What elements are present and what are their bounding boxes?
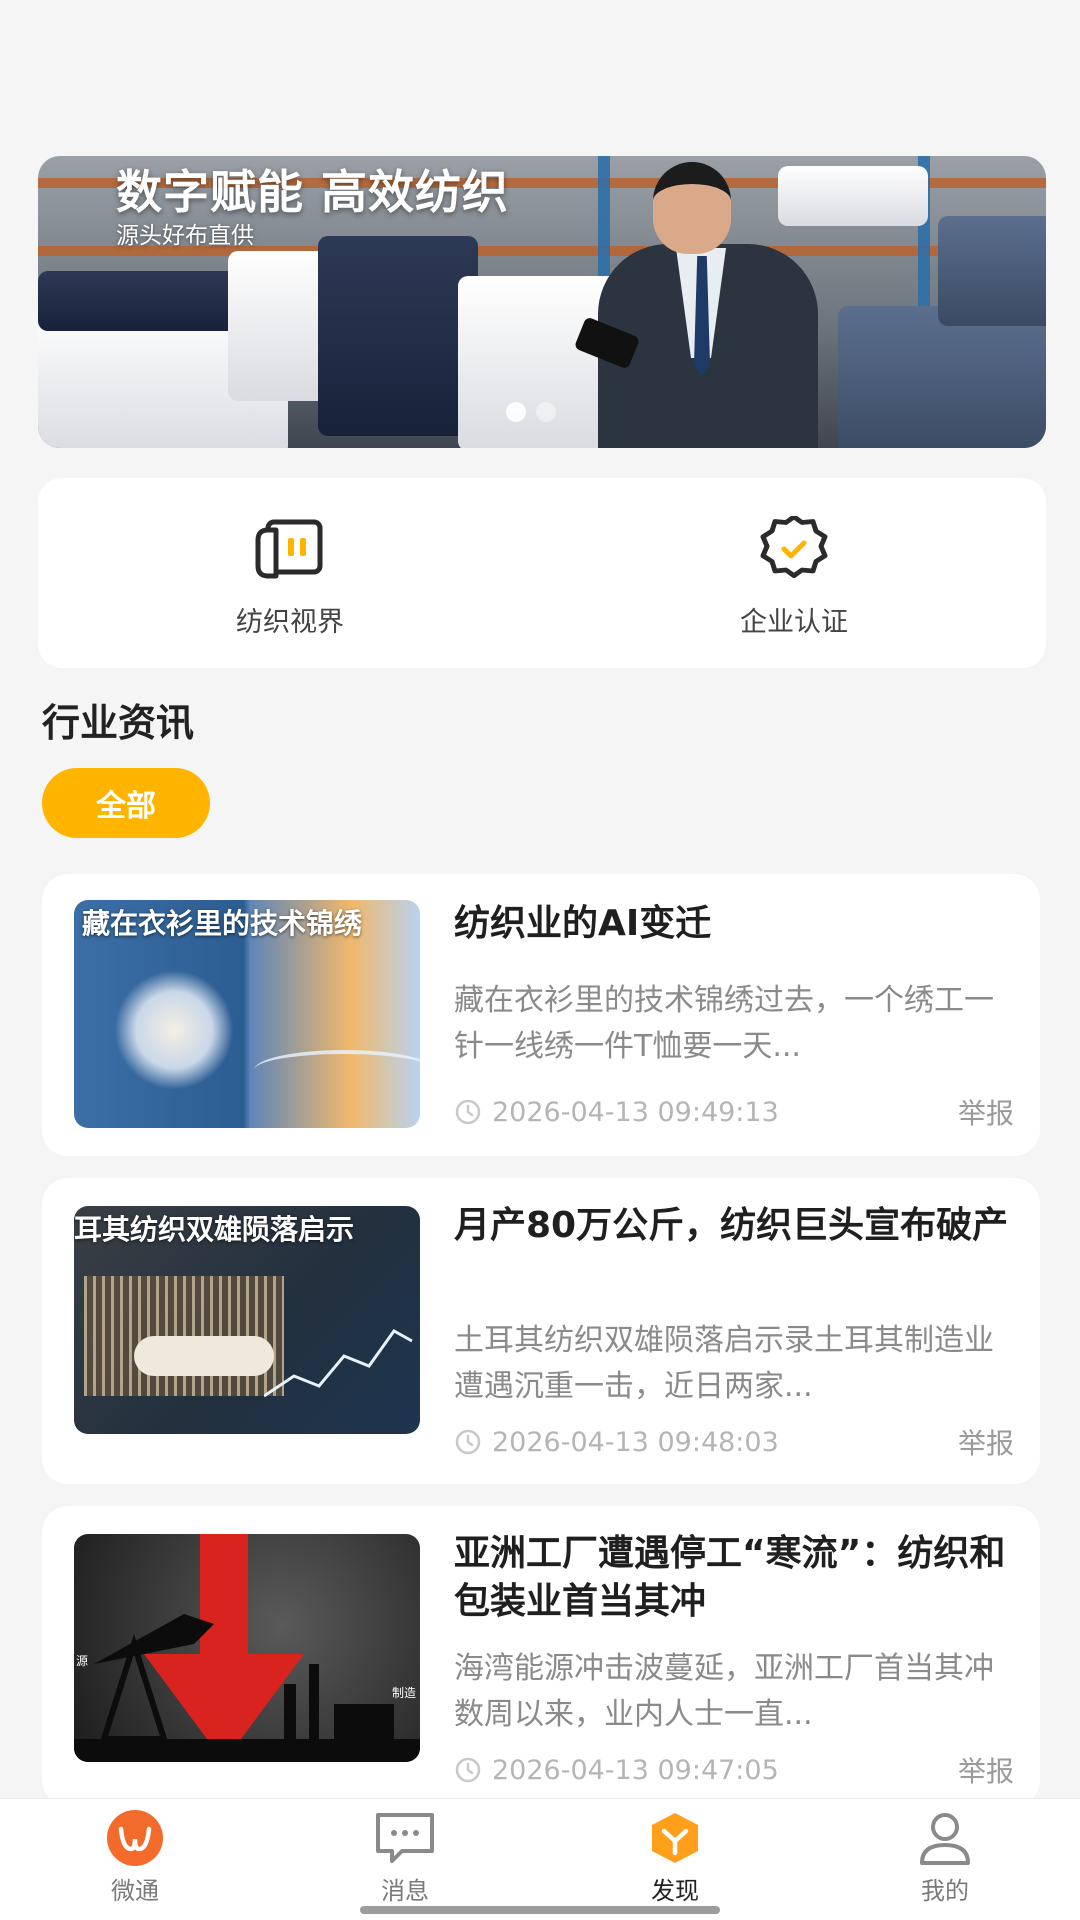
news-card[interactable]: 藏在衣衫里的技术锦绣 纺织业的AI变迁 藏在衣衫里的技术锦绣过去，一个绣工一针一… <box>42 874 1040 1156</box>
clock-icon <box>455 1099 481 1125</box>
verified-badge-icon <box>760 516 828 579</box>
thumbnail-text-right: 制造 <box>392 1686 417 1700</box>
news-time: 2026-04-13 09:47:05 <box>492 1754 779 1786</box>
news-title: 亚洲工厂遭遇停工“寒流”：纺织和包装业首当其冲 <box>454 1533 1006 1622</box>
section-title: 行业资讯 <box>42 701 195 745</box>
news-title: 月产80万公斤，纺织巨头宣布破产 <box>454 1205 1009 1246</box>
fabric-stack <box>938 216 1046 326</box>
red-down-arrow-icon <box>74 1534 420 1762</box>
clock-icon <box>455 1757 481 1783</box>
report-link[interactable]: 举报 <box>958 1750 1014 1790</box>
news-time: 2026-04-13 09:48:03 <box>492 1426 779 1458</box>
news-summary: 土耳其纺织双雄陨落启示录土耳其制造业遭遇沉重一击，近日两家... <box>454 1323 994 1404</box>
fabric-stack <box>318 236 478 436</box>
carousel-dot[interactable] <box>536 402 556 422</box>
thumbnail-caption: 耳其纺织双雄陨落启示 <box>74 1213 355 1246</box>
quick-entry-label: 企业认证 <box>740 607 848 638</box>
tab-discover[interactable]: 发现 <box>540 1799 810 1920</box>
textile-view-icon <box>255 519 323 579</box>
news-thumbnail: 源 制造 <box>74 1534 420 1762</box>
tab-label: 微通 <box>111 1877 159 1905</box>
tab-weitong[interactable]: 微通 <box>0 1799 270 1920</box>
tab-profile[interactable]: 我的 <box>810 1799 1080 1920</box>
news-card[interactable]: 耳其纺织双雄陨落启示 月产80万公斤，纺织巨头宣布破产 土耳其纺织双雄陨落启示录… <box>42 1178 1040 1484</box>
quick-entry-card: 纺织视界 企业认证 <box>38 478 1046 668</box>
tab-label: 我的 <box>921 1877 969 1905</box>
carousel-dot-active[interactable] <box>506 402 526 422</box>
message-icon <box>376 1813 434 1863</box>
discover-icon <box>652 1813 698 1863</box>
chart-line-icon <box>264 1329 413 1398</box>
thumbnail-caption: 藏在衣衫里的技术锦绣 <box>82 907 363 940</box>
quick-entry-label: 纺织视界 <box>236 607 344 638</box>
filter-chip-all[interactable]: 全部 <box>42 768 210 838</box>
embroidery-flower <box>114 970 234 1090</box>
bottom-tab-bar: 微通 消息 发现 我的 <box>0 1798 1080 1920</box>
tab-messages[interactable]: 消息 <box>270 1799 540 1920</box>
home-indicator[interactable] <box>360 1906 720 1914</box>
news-thumbnail: 藏在衣衫里的技术锦绣 <box>74 900 420 1128</box>
news-time: 2026-04-13 09:49:13 <box>492 1096 779 1128</box>
businessman-figure <box>573 156 898 448</box>
news-summary: 藏在衣衫里的技术锦绣过去，一个绣工一针一线绣一件T恤要一天... <box>454 983 994 1064</box>
thread-roll <box>134 1336 274 1376</box>
clock-icon <box>455 1429 481 1455</box>
tab-label: 消息 <box>381 1877 429 1905</box>
news-card[interactable]: 源 制造 亚洲工厂遭遇停工“寒流”：纺织和包装业首当其冲 海湾能源冲击波蔓延，亚… <box>42 1506 1040 1806</box>
banner-carousel[interactable]: 数字赋能 高效纺织 源头好布直供 <box>38 156 1046 448</box>
banner-title: 数字赋能 高效纺织 <box>116 165 510 219</box>
banner-subtitle: 源头好布直供 <box>116 223 254 249</box>
news-title: 纺织业的AI变迁 <box>454 903 712 944</box>
thumbnail-text-left: 源 <box>76 1654 89 1668</box>
news-thumbnail: 耳其纺织双雄陨落启示 <box>74 1206 420 1434</box>
quick-entry-textile-view[interactable]: 纺织视界 <box>38 478 542 668</box>
app-logo-icon <box>107 1810 163 1866</box>
profile-icon <box>920 1813 970 1865</box>
tab-label: 发现 <box>651 1877 699 1905</box>
news-meta: 2026-04-13 09:48:03 举报 <box>454 1422 1014 1462</box>
report-link[interactable]: 举报 <box>958 1092 1014 1132</box>
discover-page: 数字赋能 高效纺织 源头好布直供 纺织视界 企业认证 行业资讯 全部 藏在衣衫里… <box>0 0 1080 1920</box>
report-link[interactable]: 举报 <box>958 1422 1014 1462</box>
light-stream <box>254 1050 420 1090</box>
news-meta: 2026-04-13 09:49:13 举报 <box>454 1092 1014 1132</box>
news-meta: 2026-04-13 09:47:05 举报 <box>454 1750 1014 1790</box>
fabric-stack <box>38 271 248 331</box>
quick-entry-enterprise-verify[interactable]: 企业认证 <box>542 478 1046 668</box>
carousel-indicator <box>506 402 556 422</box>
news-summary: 海湾能源冲击波蔓延，亚洲工厂首当其冲数周以来，业内人士一直... <box>454 1651 994 1732</box>
